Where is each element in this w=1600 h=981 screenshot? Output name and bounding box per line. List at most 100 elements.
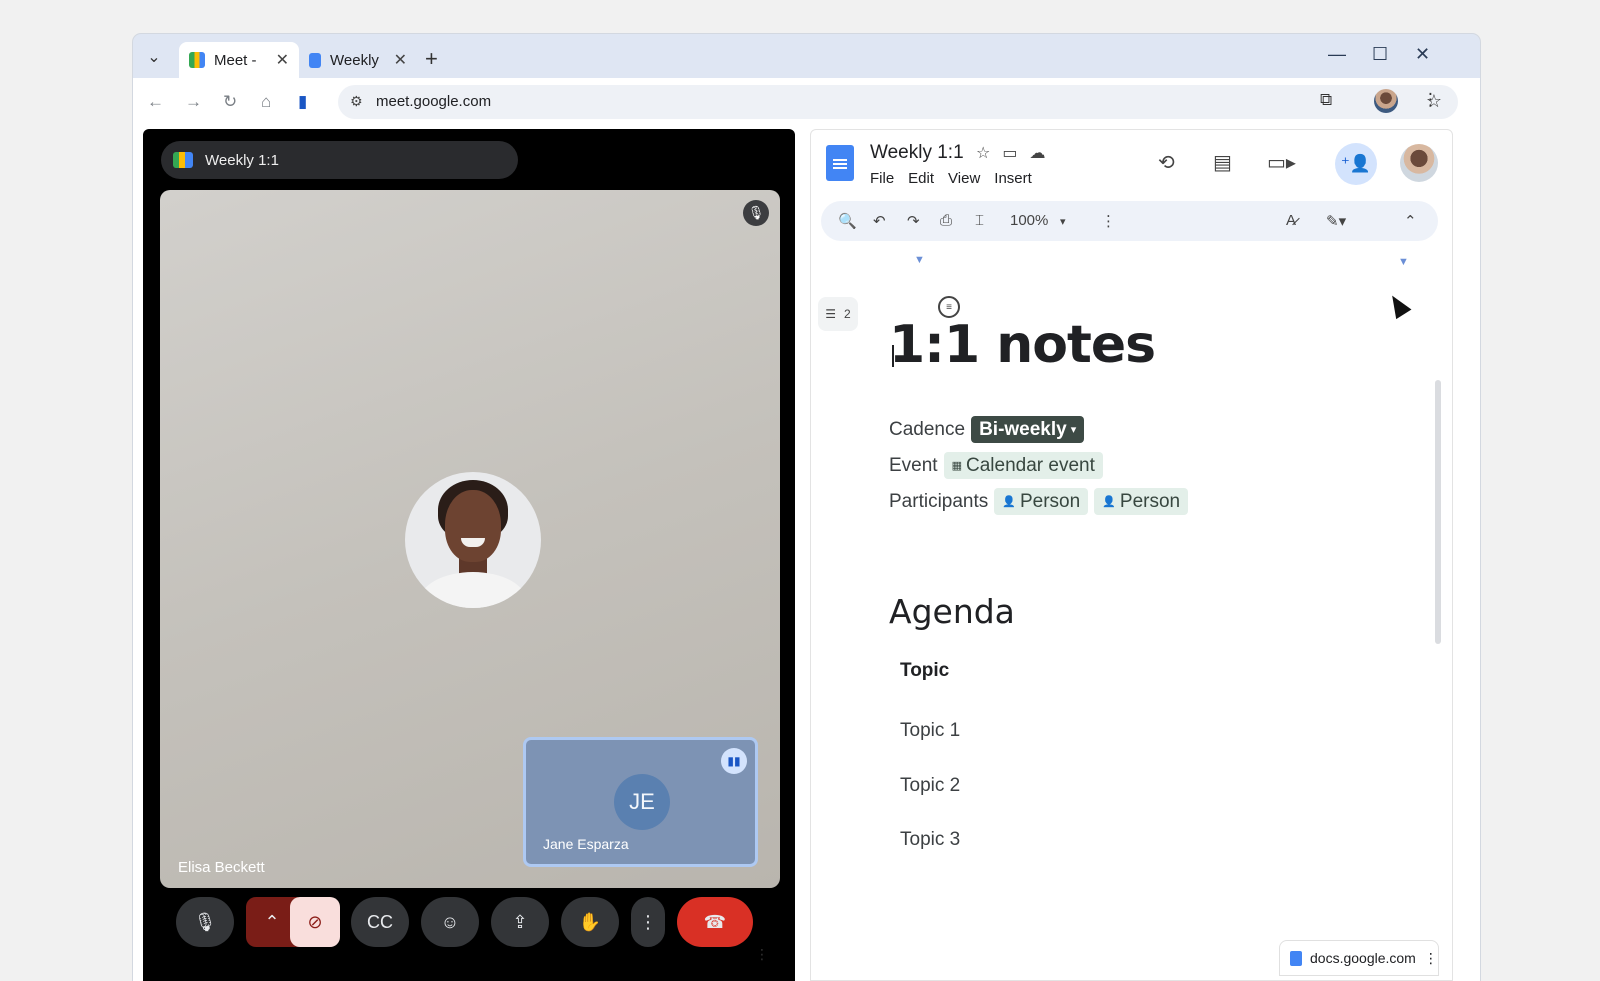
- camera-off-icon[interactable]: ⊘: [290, 897, 340, 947]
- cadence-dropdown-chip[interactable]: Bi-weekly ▾: [971, 416, 1085, 443]
- emoji-reaction-icon[interactable]: ☺: [421, 897, 479, 947]
- docs-link-chip[interactable]: docs.google.com ⋮: [1279, 940, 1439, 976]
- more-tools-icon[interactable]: ⋮: [1101, 212, 1116, 230]
- side-panel-more-icon[interactable]: ⋮: [755, 946, 769, 963]
- page-content: Weekly 1:1 🎙 Elisa Beckett ▮▮ JE Jane Es…: [133, 126, 1480, 981]
- docs-favicon-icon: [309, 52, 321, 68]
- redo-icon[interactable]: ↷: [907, 212, 920, 230]
- side-panel-icon[interactable]: ▮: [298, 92, 307, 112]
- cadence-label: Cadence: [889, 418, 966, 440]
- editing-mode-icon[interactable]: ✎▾: [1326, 212, 1346, 230]
- meet-favicon-icon: [189, 52, 205, 68]
- document-heading[interactable]: 1:1 notes: [889, 315, 1156, 375]
- comments-icon[interactable]: ▤: [1213, 150, 1232, 175]
- site-info-icon[interactable]: ⚙: [350, 93, 363, 110]
- person-chip[interactable]: 👤 Person: [1094, 488, 1189, 515]
- cloud-saved-icon[interactable]: ☁: [1029, 143, 1045, 163]
- window-close-icon[interactable]: ✕: [1415, 44, 1430, 65]
- docs-toolbar: 🔍 ↶ ↷ ⎙ ⌶ 100% ▾ ⋮ A̷ ✎▾ ⌃: [821, 201, 1438, 241]
- cadence-value: Bi-weekly: [979, 418, 1067, 440]
- menu-view[interactable]: View: [948, 170, 980, 187]
- topic-item[interactable]: Topic 1: [900, 720, 960, 742]
- search-menus-icon[interactable]: 🔍: [838, 212, 857, 230]
- paint-format-icon[interactable]: ⌶: [975, 212, 984, 229]
- more-options-icon[interactable]: ⋮: [631, 897, 665, 947]
- back-icon[interactable]: ←: [147, 92, 164, 112]
- mouse-pointer-icon: [1384, 290, 1412, 320]
- person-chip-label: Person: [1119, 490, 1181, 512]
- meeting-title: Weekly 1:1: [205, 151, 279, 169]
- speaking-indicator-icon: ▮▮: [721, 748, 747, 774]
- document-outline-button[interactable]: ☰ 2: [818, 297, 858, 331]
- home-icon[interactable]: ⌂: [261, 92, 271, 112]
- person-icon: 👤: [1102, 496, 1116, 508]
- end-call-icon[interactable]: ☎: [677, 897, 753, 947]
- browser-toolbar: ← → ↻ ⌂ ▮ ⚙ meet.google.com ☆ ⧉ ⋮: [133, 78, 1480, 126]
- meet-panel: Weekly 1:1 🎙 Elisa Beckett ▮▮ JE Jane Es…: [143, 129, 795, 981]
- tab-docs[interactable]: Weekly ✕: [299, 42, 417, 78]
- cadence-row: Cadence Bi-weekly ▾: [889, 416, 1085, 443]
- self-video-tile[interactable]: ▮▮ JE Jane Esparza: [523, 737, 758, 867]
- present-screen-icon[interactable]: ⇪: [491, 897, 549, 947]
- mic-off-icon: 🎙: [743, 200, 769, 226]
- maximize-icon[interactable]: ☐: [1372, 44, 1388, 65]
- more-options-icon[interactable]: ⋮: [1424, 950, 1438, 967]
- raise-hand-icon[interactable]: ✋: [561, 897, 619, 947]
- captions-icon[interactable]: CC: [351, 897, 409, 947]
- reload-icon[interactable]: ↻: [223, 92, 237, 112]
- menu-bar: File Edit View Insert: [870, 170, 1032, 187]
- meet-video-icon[interactable]: ▭▸: [1267, 150, 1296, 175]
- zoom-select[interactable]: 100%: [1010, 212, 1048, 229]
- address-bar[interactable]: ⚙ meet.google.com ☆: [338, 85, 1458, 119]
- tab-list-icon[interactable]: ⌄: [141, 44, 167, 70]
- tab-label: Meet -: [214, 51, 257, 69]
- document-title[interactable]: Weekly 1:1: [870, 142, 964, 164]
- topic-column-header[interactable]: Topic: [900, 660, 949, 682]
- docs-panel: Weekly 1:1 ☆ ▭ ☁ File Edit View Insert ⟲…: [810, 129, 1453, 981]
- close-icon[interactable]: ✕: [276, 50, 289, 70]
- menu-icon[interactable]: ⋮: [1422, 90, 1439, 110]
- menu-file[interactable]: File: [870, 170, 894, 187]
- agenda-heading[interactable]: Agenda: [889, 592, 1015, 631]
- docs-logo-icon[interactable]: [826, 145, 854, 181]
- undo-icon[interactable]: ↶: [873, 212, 886, 230]
- extensions-icon[interactable]: ⧉: [1320, 90, 1332, 110]
- print-icon[interactable]: ⎙: [940, 212, 952, 229]
- tab-meet[interactable]: Meet - ✕: [179, 42, 299, 78]
- menu-insert[interactable]: Insert: [994, 170, 1032, 187]
- self-name: Jane Esparza: [543, 836, 629, 852]
- version-history-icon[interactable]: ⟲: [1158, 150, 1175, 175]
- star-icon[interactable]: ☆: [976, 143, 990, 163]
- topic-item[interactable]: Topic 3: [900, 829, 960, 851]
- minimize-icon[interactable]: —: [1328, 44, 1346, 65]
- account-avatar[interactable]: [1400, 144, 1438, 182]
- menu-edit[interactable]: Edit: [908, 170, 934, 187]
- outline-count: 2: [844, 307, 851, 321]
- person-icon: 👤: [1002, 496, 1016, 508]
- event-label: Event: [889, 454, 938, 476]
- participants-label: Participants: [889, 490, 989, 512]
- tab-label: Weekly: [330, 51, 379, 69]
- calendar-event-chip[interactable]: ▦ Calendar event: [943, 452, 1103, 479]
- new-tab-icon[interactable]: +: [425, 46, 438, 72]
- main-video-tile[interactable]: 🎙 Elisa Beckett ▮▮ JE Jane Esparza: [160, 190, 780, 888]
- topic-item[interactable]: Topic 2: [900, 775, 960, 797]
- meet-logo-icon: [173, 152, 193, 168]
- forward-icon[interactable]: →: [185, 92, 202, 112]
- close-icon[interactable]: ✕: [394, 50, 407, 70]
- move-folder-icon[interactable]: ▭: [1002, 143, 1017, 163]
- person-chip[interactable]: 👤 Person: [994, 488, 1089, 515]
- vertical-scrollbar[interactable]: [1435, 380, 1441, 644]
- right-indent-marker-icon[interactable]: ▼: [1398, 256, 1409, 268]
- meeting-title-bar[interactable]: Weekly 1:1: [161, 141, 518, 179]
- collapse-toolbar-icon[interactable]: ⌃: [1404, 212, 1417, 230]
- self-initials-avatar: JE: [614, 774, 670, 830]
- profile-avatar[interactable]: [1374, 89, 1398, 113]
- chevron-down-icon: ▾: [1070, 424, 1077, 436]
- zoom-dropdown-chevron-icon[interactable]: ▾: [1060, 215, 1066, 228]
- docs-mini-icon: [1290, 950, 1302, 966]
- spellcheck-icon[interactable]: A̷: [1286, 212, 1296, 229]
- share-button[interactable]: ⁺👤: [1335, 143, 1377, 185]
- microphone-icon[interactable]: 🎙: [176, 897, 234, 947]
- left-indent-marker-icon[interactable]: ▼: [914, 254, 925, 266]
